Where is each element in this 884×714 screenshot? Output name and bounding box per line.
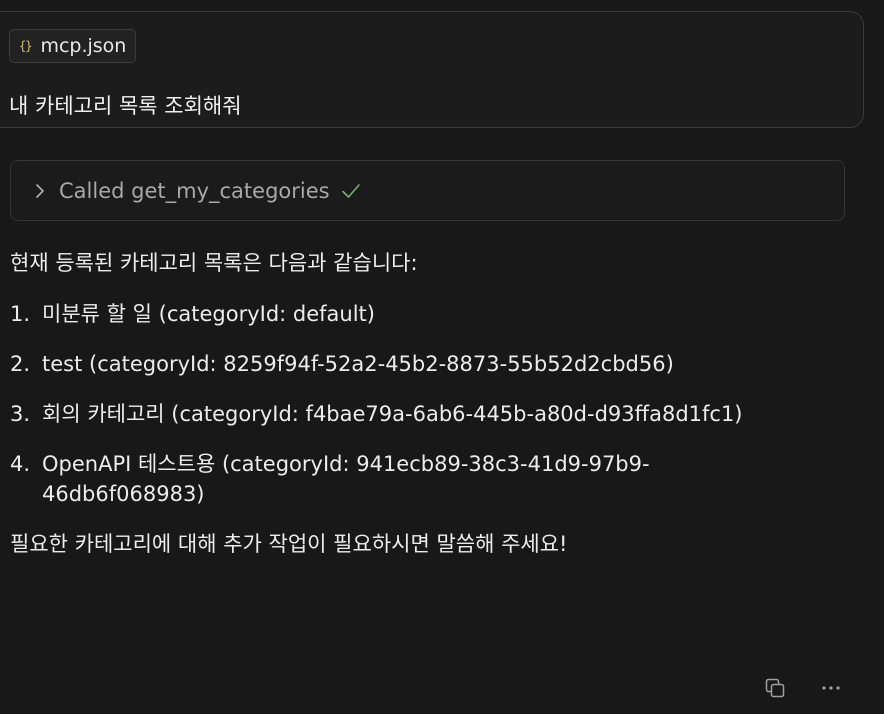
category-list: 1. 미분류 할 일 (categoryId: default) 2. test… xyxy=(10,299,820,509)
attached-file-chip[interactable]: {} mcp.json xyxy=(9,29,137,63)
list-item-number: 2. xyxy=(10,352,31,376)
chevron-right-icon xyxy=(31,182,49,200)
list-item-number: 1. xyxy=(10,302,31,326)
user-message-card: {} mcp.json 내 카테고리 목록 조회해줘 xyxy=(0,11,864,128)
message-actions xyxy=(762,675,844,701)
list-item-text: 미분류 할 일 (categoryId: default) xyxy=(42,302,375,326)
list-item-text: OpenAPI 테스트용 (categoryId: 941ecb89-38c3-… xyxy=(42,452,650,506)
response-outro: 필요한 카테고리에 대해 추가 작업이 필요하시면 말씀해 주세요! xyxy=(10,532,568,556)
more-options-icon[interactable] xyxy=(818,675,844,701)
list-item: 2. test (categoryId: 8259f94f-52a2-45b2-… xyxy=(10,349,820,379)
list-item-number: 3. xyxy=(10,402,31,426)
response-intro: 현재 등록된 카테고리 목록은 다음과 같습니다: xyxy=(10,251,418,275)
user-message-text: 내 카테고리 목록 조회해줘 xyxy=(9,94,242,118)
checkmark-icon xyxy=(340,180,362,202)
list-item-text: 회의 카테고리 (categoryId: f4bae79a-6ab6-445b-… xyxy=(42,402,743,426)
list-item: 3. 회의 카테고리 (categoryId: f4bae79a-6ab6-44… xyxy=(10,399,820,429)
list-item-text: test (categoryId: 8259f94f-52a2-45b2-887… xyxy=(42,352,674,376)
tool-call-label: Called get_my_categories xyxy=(59,178,330,203)
chat-panel: {} mcp.json 내 카테고리 목록 조회해줘 Called get_my… xyxy=(0,0,884,714)
assistant-response: 현재 등록된 카테고리 목록은 다음과 같습니다: 1. 미분류 할 일 (ca… xyxy=(10,248,820,559)
list-item: 1. 미분류 할 일 (categoryId: default) xyxy=(10,299,820,329)
list-item: 4. OpenAPI 테스트용 (categoryId: 941ecb89-38… xyxy=(10,449,820,509)
attached-file-name: mcp.json xyxy=(40,35,127,57)
json-braces-icon: {} xyxy=(19,39,32,53)
copy-icon[interactable] xyxy=(762,675,788,701)
list-item-number: 4. xyxy=(10,452,31,476)
tool-call-collapsible[interactable]: Called get_my_categories xyxy=(10,160,845,221)
